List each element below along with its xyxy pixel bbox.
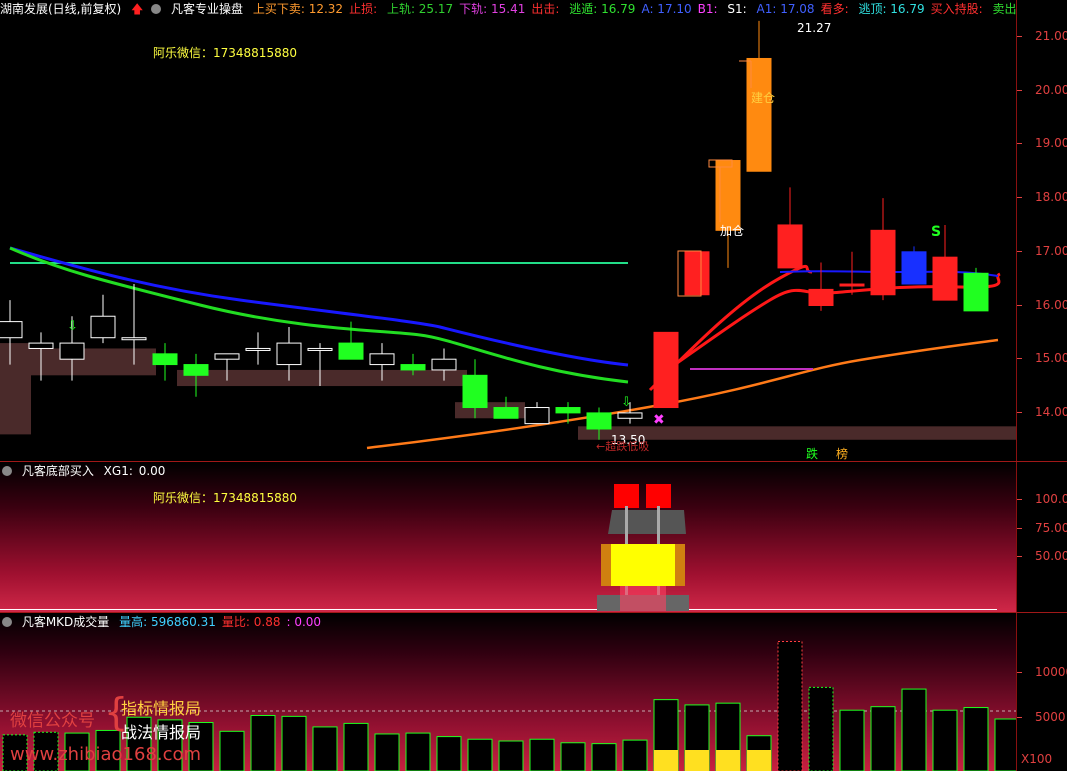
volume-bar — [250, 714, 276, 771]
volume-bar — [591, 743, 617, 771]
sell-s-label: S — [931, 224, 942, 240]
volume-highlight — [654, 750, 678, 771]
y-tick-label: 20.00 — [1016, 83, 1067, 97]
candle-body — [586, 412, 612, 430]
candle-body — [307, 347, 333, 351]
candle-body — [493, 407, 519, 419]
candle-body — [369, 353, 395, 366]
overlay-site: www.zhibiao168.com — [10, 744, 202, 765]
candle-body — [808, 288, 834, 307]
candle-body — [276, 342, 302, 366]
volume-bar — [436, 736, 462, 771]
y-tick-label: 50.00 — [1016, 549, 1067, 563]
candle-body — [963, 272, 989, 312]
y-tick-label: 14.00 — [1016, 405, 1067, 419]
candle-body — [431, 358, 457, 371]
oversold-note: ←超跌低吸 — [596, 440, 650, 453]
candle-body — [214, 353, 240, 360]
candle-body — [152, 353, 178, 366]
candle-body — [121, 337, 147, 341]
volume-bar — [963, 707, 989, 771]
bottom-buy-signal-graphic — [0, 484, 997, 611]
overlay-line1: 指标情报局 — [121, 699, 202, 718]
bottom-buy-panel[interactable]: 凡客底部买入 XG1: 0.00 阿乐微信：17348815880 — [0, 462, 1016, 612]
candlestick-chart[interactable]: ✖ ⇩ ⇩ — [0, 0, 1016, 461]
y-tick-label: 100.0 — [1016, 492, 1067, 506]
volume-bar — [994, 718, 1016, 771]
candle-body — [870, 229, 896, 296]
candle-body — [684, 251, 710, 296]
candle-body — [653, 331, 679, 409]
candle-body — [617, 412, 643, 419]
candle-body — [839, 283, 865, 287]
candle-body — [59, 342, 85, 360]
volume-bar — [529, 738, 555, 771]
bottom-buy-y-axis: 100.0 75.00 50.00 — [1016, 462, 1067, 612]
candle-body — [245, 347, 271, 351]
volume-bar — [808, 686, 834, 771]
support-zone — [31, 348, 156, 376]
candle-body — [932, 256, 958, 301]
volume-bar — [312, 726, 338, 771]
wechat-official-label: 微信公众号 — [10, 711, 95, 731]
buy-arrow-icon: ⇩ — [621, 395, 632, 410]
y-tick-label: 19.00 — [1016, 136, 1067, 150]
x-marker: ✖ — [653, 412, 665, 428]
y-tick-label: 21.00 — [1016, 29, 1067, 43]
candle-body — [524, 407, 550, 425]
volume-unit: X100 — [1019, 752, 1055, 766]
volume-bar — [374, 733, 400, 771]
candle-body — [28, 342, 54, 349]
buy-arrow-icon: ⇩ — [67, 319, 78, 334]
volume-bar — [901, 688, 927, 771]
volume-bar — [870, 706, 896, 771]
volume-highlight — [685, 750, 709, 771]
y-tick-label: 10000 — [1016, 665, 1067, 679]
volume-highlight — [716, 750, 740, 771]
y-tick-label: 15.00 — [1016, 351, 1067, 365]
volume-bar — [405, 732, 431, 771]
main-y-axis: 21.00 20.00 19.00 18.00 17.00 16.00 15.00 14.00 — [1016, 0, 1067, 461]
support-zone — [177, 369, 467, 387]
volume-bar — [281, 715, 307, 771]
y-tick-label: 16.00 — [1016, 298, 1067, 312]
volume-panel[interactable]: 凡客MKD成交量 量高: 596860.31 量比: 0.88: 0.00 微信公… — [0, 613, 1016, 771]
volume-y-axis: X100 10000 5000 — [1016, 613, 1067, 771]
y-tick-label: 18.00 — [1016, 190, 1067, 204]
volume-bar — [932, 709, 958, 771]
jiancang-label: 建仓 — [751, 91, 776, 105]
y-tick-label: 5000 — [1017, 710, 1066, 724]
candle-body — [555, 407, 581, 414]
candle-body — [400, 364, 426, 371]
jiacang-label: 加仓 — [720, 224, 745, 238]
support-zone — [0, 343, 31, 435]
volume-bar — [467, 738, 493, 771]
main-chart-panel[interactable]: 湖南发展(日线,前复权) 🡅 凡客专业操盘 上买下卖: 12.32 止损: 上轨:… — [0, 0, 1016, 461]
bang-label: 榜 — [836, 447, 849, 461]
volume-bar — [777, 641, 803, 771]
volume-bar — [622, 739, 648, 771]
y-tick-label: 17.00 — [1016, 244, 1067, 258]
volume-highlight — [747, 750, 771, 771]
y-tick-label: 75.00 — [1016, 521, 1067, 535]
candle-body — [0, 321, 23, 339]
candle-body — [338, 342, 364, 360]
candle-body — [901, 251, 927, 285]
high-price-label: 21.27 — [797, 21, 832, 35]
die-label: 跌 — [806, 447, 819, 461]
candle-body — [90, 315, 116, 339]
overlay-line2: 战法情报局 — [121, 723, 202, 742]
volume-bar — [560, 742, 586, 771]
volume-bar — [343, 722, 369, 771]
volume-bar — [498, 740, 524, 771]
candle-body — [183, 364, 209, 376]
volume-bar — [839, 709, 865, 771]
candle-body — [462, 374, 488, 409]
volume-bar — [219, 730, 245, 771]
candle-body — [777, 224, 803, 269]
